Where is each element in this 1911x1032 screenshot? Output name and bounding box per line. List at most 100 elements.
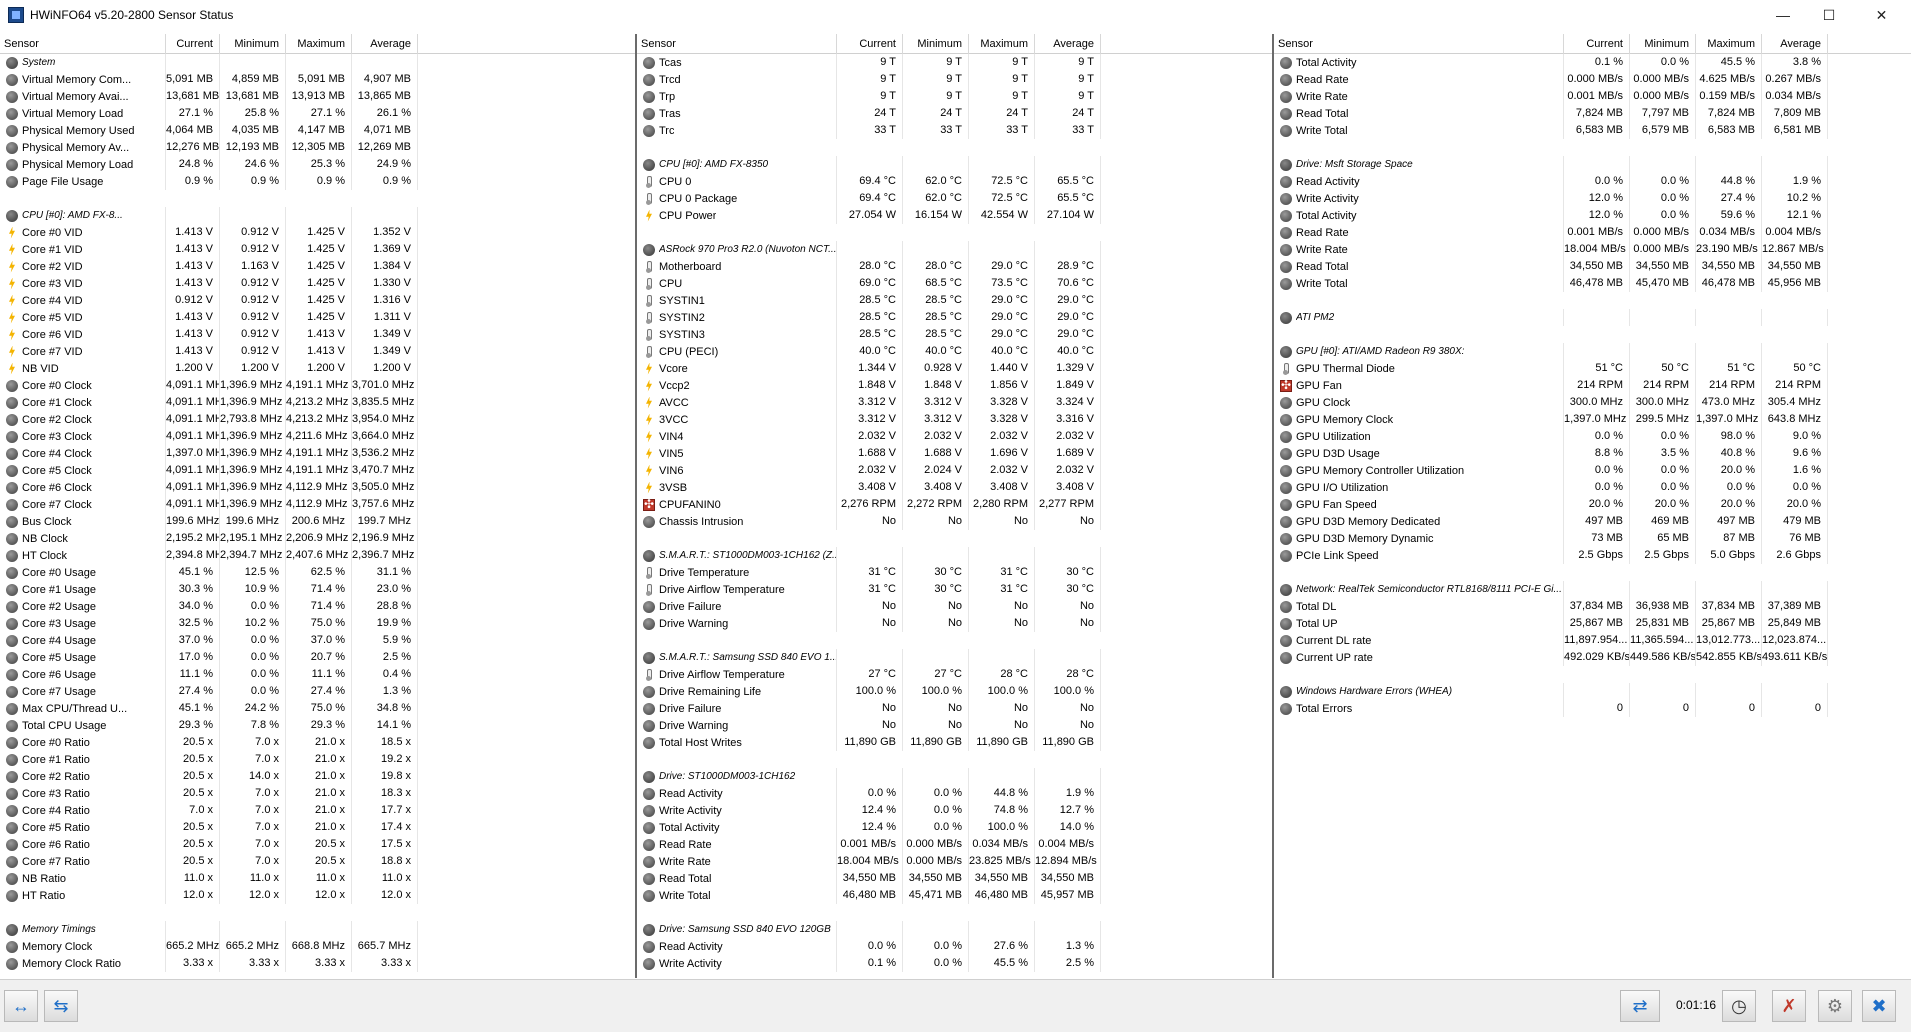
- sensor-row[interactable]: GPU D3D Usage 8.8 % 3.5 % 40.8 % 9.6 %: [1274, 445, 1911, 462]
- sensor-row[interactable]: CPU Power 27.054 W 16.154 W 42.554 W 27.104 …: [637, 207, 1272, 224]
- sensor-row[interactable]: Core #7 Ratio 20.5 x 7.0 x 20.5 x 18.8 x: [0, 853, 635, 870]
- sensor-row[interactable]: SYSTIN2 28.5 °C 28.5 °C 29.0 °C 29.0 °C: [637, 309, 1272, 326]
- sensor-row[interactable]: GPU Fan214 RPM214 RPM214 RPM214 RPM: [1274, 377, 1911, 394]
- sensor-row[interactable]: Core #0 VID 1.413 V 0.912 V 1.425 V 1.352 V: [0, 224, 635, 241]
- column-header-maximum[interactable]: Maximum: [286, 34, 352, 54]
- sensor-row[interactable]: GPU I/O Utilization 0.0 % 0.0 % 0.0 % 0.0 %: [1274, 479, 1911, 496]
- sensor-row[interactable]: Core #6 Usage 11.1 % 0.0 % 11.1 % 0.4 %: [0, 666, 635, 683]
- sensor-row[interactable]: Tras 24 T 24 T 24 T 24 T: [637, 105, 1272, 122]
- sensor-row[interactable]: Total Activity 12.4 % 0.0 % 100.0 % 14.0 %: [637, 819, 1272, 836]
- sensor-row[interactable]: Core #6 Clock 4,091.1 MHz1,396.9 MHz4,112…: [0, 479, 635, 496]
- sensor-row[interactable]: Total UP 25,867 MB 25,831 MB 25,867 MB 25,84…: [1274, 615, 1911, 632]
- maximize-button[interactable]: ☐: [1806, 0, 1852, 30]
- sensor-group-row[interactable]: CPU [#0]: AMD FX-8...: [0, 207, 635, 224]
- sensor-row[interactable]: Write Activity 12.4 % 0.0 % 74.8 % 12.7 %: [637, 802, 1272, 819]
- sensor-pane-3[interactable]: Sensor Current Minimum Maximum Average Total …: [1274, 34, 1911, 978]
- sensor-row[interactable]: Read Total 34,550 MB 34,550 MB 34,550 MB 34,…: [637, 870, 1272, 887]
- sensor-row[interactable]: Write Rate 18.004 MB/s 0.000 MB/s 23.825 MB…: [637, 853, 1272, 870]
- sensor-group-row[interactable]: ATI PM2: [1274, 309, 1911, 326]
- sensor-row[interactable]: Core #5 Clock 4,091.1 MHz1,396.9 MHz4,191…: [0, 462, 635, 479]
- sensor-row[interactable]: Drive Warning No No No No: [637, 615, 1272, 632]
- sensor-row[interactable]: Virtual Memory Avai... 13,681 MB 13,681 MB…: [0, 88, 635, 105]
- sensor-row[interactable]: Physical Memory Used 4,064 MB 4,035 MB 4,14…: [0, 122, 635, 139]
- column-header-current[interactable]: Current: [1564, 34, 1630, 54]
- sensor-group-row[interactable]: Windows Hardware Errors (WHEA): [1274, 683, 1911, 700]
- sensor-row[interactable]: Total CPU Usage 29.3 % 7.8 % 29.3 % 14.1 %: [0, 717, 635, 734]
- sensor-row[interactable]: Core #2 Usage 34.0 % 0.0 % 71.4 % 28.8 %: [0, 598, 635, 615]
- sensor-group-row[interactable]: Drive: Samsung SSD 840 EVO 120GB: [637, 921, 1272, 938]
- sensor-row[interactable]: NB Clock 2,195.2 MHz2,195.1 MHz2,206.9 MH…: [0, 530, 635, 547]
- sensor-row[interactable]: Total Host Writes 11,890 GB 11,890 GB 11,89…: [637, 734, 1272, 751]
- sensor-row[interactable]: Core #1 Clock 4,091.1 MHz1,396.9 MHz4,213…: [0, 394, 635, 411]
- column-header-minimum[interactable]: Minimum: [1630, 34, 1696, 54]
- sensor-row[interactable]: Core #5 Ratio 20.5 x 7.0 x 21.0 x 17.4 x: [0, 819, 635, 836]
- close-button[interactable]: ✕: [1852, 0, 1911, 30]
- sensor-group-row[interactable]: S.M.A.R.T.: ST1000DM003-1CH162 (Z...: [637, 547, 1272, 564]
- column-header-current[interactable]: Current: [166, 34, 220, 54]
- sensor-group-row[interactable]: System: [0, 54, 635, 71]
- sensor-row[interactable]: Vcore 1.344 V 0.928 V 1.440 V 1.329 V: [637, 360, 1272, 377]
- sensor-row[interactable]: Trcd 9 T9 T9 T9 T: [637, 71, 1272, 88]
- sensor-group-row[interactable]: ASRock 970 Pro3 R2.0 (Nuvoton NCT...: [637, 241, 1272, 258]
- sensor-row[interactable]: Core #2 Clock 4,091.1 MHz2,793.8 MHz4,213…: [0, 411, 635, 428]
- sensor-row[interactable]: Read Activity 0.0 % 0.0 % 44.8 % 1.9 %: [1274, 173, 1911, 190]
- sensor-row[interactable]: SYSTIN3 28.5 °C 28.5 °C 29.0 °C 29.0 °C: [637, 326, 1272, 343]
- sensor-row[interactable]: Core #4 Clock 1,397.0 MHz1,396.9 MHz4,191…: [0, 445, 635, 462]
- sensor-row[interactable]: 3VSB 3.408 V 3.408 V 3.408 V 3.408 V: [637, 479, 1272, 496]
- column-header-minimum[interactable]: Minimum: [903, 34, 969, 54]
- sensor-row[interactable]: Read Rate 0.001 MB/s 0.000 MB/s 0.034 MB/s 0…: [1274, 224, 1911, 241]
- sensor-row[interactable]: Core #7 VID 1.413 V 0.912 V 1.413 V 1.349 V: [0, 343, 635, 360]
- sensor-row[interactable]: Read Total 7,824 MB 7,797 MB 7,824 MB 7,809 …: [1274, 105, 1911, 122]
- reset-log-icon[interactable]: ✗: [1772, 990, 1806, 1022]
- column-header-sensor[interactable]: Sensor: [0, 34, 166, 54]
- sensor-row[interactable]: Write Activity 0.1 % 0.0 % 45.5 % 2.5 %: [637, 955, 1272, 972]
- sensor-row[interactable]: Write Rate 18.004 MB/s 0.000 MB/s 23.190 MB…: [1274, 241, 1911, 258]
- sensor-row[interactable]: HT Clock 2,394.8 MHz2,394.7 MHz2,407.6 MH…: [0, 547, 635, 564]
- sensor-row[interactable]: Virtual Memory Com... 5,091 MB 4,859 MB 5,0…: [0, 71, 635, 88]
- sensor-row[interactable]: Drive Temperature 31 °C 30 °C 31 °C 30 °C: [637, 564, 1272, 581]
- column-header-current[interactable]: Current: [837, 34, 903, 54]
- sensor-row[interactable]: Drive Warning No No No No: [637, 717, 1272, 734]
- sensor-group-row[interactable]: GPU [#0]: ATI/AMD Radeon R9 380X:: [1274, 343, 1911, 360]
- sensor-row[interactable]: CPU (PECI) 40.0 °C 40.0 °C 40.0 °C 40.0 °C: [637, 343, 1272, 360]
- sensor-row[interactable]: Tcas 9 T9 T9 T9 T: [637, 54, 1272, 71]
- sensor-row[interactable]: Drive Remaining Life 100.0 % 100.0 % 100.0 …: [637, 683, 1272, 700]
- sensor-row[interactable]: Core #4 Ratio 7.0 x 7.0 x 21.0 x 17.7 x: [0, 802, 635, 819]
- sensor-row[interactable]: 3VCC 3.312 V 3.312 V 3.328 V 3.316 V: [637, 411, 1272, 428]
- sensor-row[interactable]: Write Activity 12.0 % 0.0 % 27.4 % 10.2 %: [1274, 190, 1911, 207]
- sensor-row[interactable]: Drive Failure No No No No: [637, 700, 1272, 717]
- minimize-button[interactable]: —: [1760, 0, 1806, 30]
- sensor-row[interactable]: Total Errors 0 0 0 0: [1274, 700, 1911, 717]
- sensor-row[interactable]: Total DL 37,834 MB 36,938 MB 37,834 MB 37,38…: [1274, 598, 1911, 615]
- sensor-group-row[interactable]: Network: RealTek Semiconductor RTL8168/8…: [1274, 581, 1911, 598]
- sensor-row[interactable]: Physical Memory Load 24.8 % 24.6 % 25.3 % 24…: [0, 156, 635, 173]
- sensor-row[interactable]: Trc 33 T 33 T 33 T 33 T: [637, 122, 1272, 139]
- column-header-sensor[interactable]: Sensor: [1274, 34, 1564, 54]
- sensor-row[interactable]: Virtual Memory Load 27.1 % 25.8 % 27.1 % 26.…: [0, 105, 635, 122]
- sensor-row[interactable]: Bus Clock 199.6 MHz 199.6 MHz 200.6 MHz 199.…: [0, 513, 635, 530]
- sensor-row[interactable]: Read Total 34,550 MB 34,550 MB 34,550 MB 34,…: [1274, 258, 1911, 275]
- sensor-row[interactable]: Core #1 Ratio 20.5 x 7.0 x 21.0 x 19.2 x: [0, 751, 635, 768]
- sensor-row[interactable]: Current DL rate 11,897.954... 11,365.594..…: [1274, 632, 1911, 649]
- sensor-row[interactable]: Memory Clock 665.2 MHz 665.2 MHz 668.8 MHz 6…: [0, 938, 635, 955]
- sensor-row[interactable]: Drive Airflow Temperature 27 °C 27 °C 28 °C…: [637, 666, 1272, 683]
- sensor-row[interactable]: Read Rate 0.000 MB/s 0.000 MB/s 4.625 MB/s 0…: [1274, 71, 1911, 88]
- sensor-row[interactable]: Trp 9 T9 T9 T9 T: [637, 88, 1272, 105]
- sensor-row[interactable]: HT Ratio 12.0 x 12.0 x 12.0 x 12.0 x: [0, 887, 635, 904]
- sensor-row[interactable]: CPU 69.0 °C 68.5 °C 73.5 °C 70.6 °C: [637, 275, 1272, 292]
- sensor-row[interactable]: Read Rate 0.001 MB/s 0.000 MB/s 0.034 MB/s 0…: [637, 836, 1272, 853]
- sensor-row[interactable]: Core #3 Clock 4,091.1 MHz1,396.9 MHz4,211…: [0, 428, 635, 445]
- sensor-row[interactable]: Memory Clock Ratio 3.33 x 3.33 x 3.33 x 3.33…: [0, 955, 635, 972]
- sensor-row[interactable]: Read Activity 0.0 % 0.0 % 44.8 % 1.9 %: [637, 785, 1272, 802]
- sensor-row[interactable]: Core #7 Clock 4,091.1 MHz1,396.9 MHz4,112…: [0, 496, 635, 513]
- sensor-group-row[interactable]: Drive: ST1000DM003-1CH162: [637, 768, 1272, 785]
- sensor-row[interactable]: GPU Memory Clock 1,397.0 MHz 299.5 MHz 1,39…: [1274, 411, 1911, 428]
- sensor-row[interactable]: VIN5 1.688 V 1.688 V 1.696 V 1.689 V: [637, 445, 1272, 462]
- sensor-row[interactable]: Vccp2 1.848 V 1.848 V 1.856 V 1.849 V: [637, 377, 1272, 394]
- sensor-row[interactable]: Core #3 Usage 32.5 % 10.2 % 75.0 % 19.9 %: [0, 615, 635, 632]
- sensor-row[interactable]: SYSTIN1 28.5 °C 28.5 °C 29.0 °C 29.0 °C: [637, 292, 1272, 309]
- close-sensors-icon[interactable]: ✖: [1862, 990, 1896, 1022]
- column-header-average[interactable]: Average: [1762, 34, 1828, 54]
- sensor-row[interactable]: GPU Thermal Diode 51 °C 50 °C 51 °C 50 °C: [1274, 360, 1911, 377]
- sensor-group-row[interactable]: Drive: Msft Storage Space: [1274, 156, 1911, 173]
